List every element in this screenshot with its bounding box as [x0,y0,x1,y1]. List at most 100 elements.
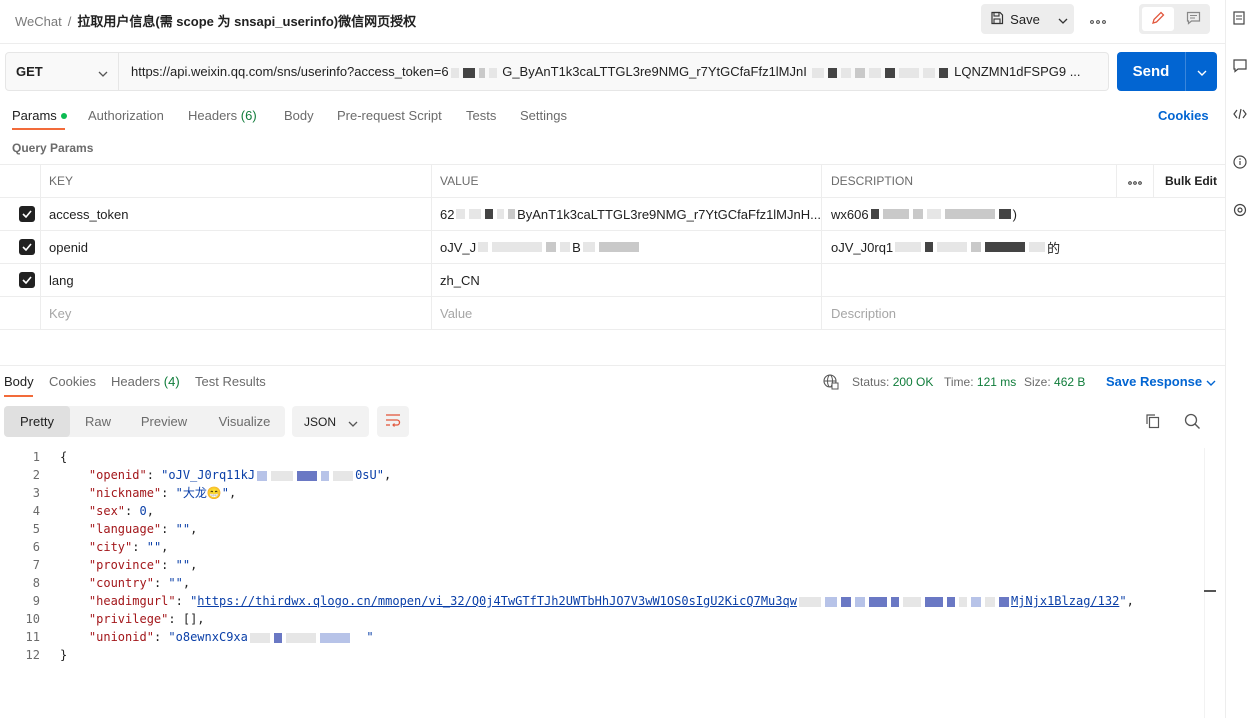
redacted-block [998,209,1011,219]
redacted-block [297,470,318,481]
redacted-block [924,596,943,607]
row-checkbox[interactable] [19,272,35,288]
send-options-button[interactable] [1186,52,1217,91]
http-method-select[interactable]: GET [5,52,119,91]
view-pretty-button[interactable]: Pretty [4,406,70,437]
redacted-block [926,209,941,219]
tab-params[interactable]: Params [12,108,67,123]
wrap-lines-button[interactable] [377,406,409,437]
cookies-link[interactable]: Cookies [1158,108,1209,123]
redacted-block [855,67,866,78]
response-status[interactable]: Status: 200 OK [852,375,933,389]
param-description-end: ) [1012,206,1017,222]
request-title[interactable]: 拉取用户信息(需 scope 为 snsapi_userinfo)微信网页授权 [77,14,416,29]
param-key[interactable]: access_token [40,198,431,230]
search-icon[interactable] [1184,413,1201,433]
view-preview-button[interactable]: Preview [130,406,198,437]
tab-headers[interactable]: Headers (6) [188,108,257,123]
column-options-button[interactable] [1117,165,1153,197]
param-description[interactable] [822,264,1225,296]
scroll-position-marker[interactable] [1204,590,1216,592]
bulk-edit-button[interactable]: Bulk Edit [1156,165,1225,197]
table-row: openid oJV_J B oJV_J0rq1 的 [0,231,1225,264]
response-size[interactable]: Size: 462 B [1024,375,1085,389]
code-scrollbar[interactable] [1204,448,1205,718]
param-value[interactable]: oJV_J B [431,231,821,263]
format-value: JSON [304,414,337,429]
openid-start: "oJV_J0rq11kJ [161,468,256,482]
related-icon[interactable] [1233,202,1249,218]
wrap-icon [385,413,401,430]
panel-divider[interactable] [0,365,1225,366]
response-tab-headers[interactable]: Headers (4) [111,374,180,389]
breadcrumb-workspace[interactable]: WeChat [15,14,62,29]
redacted-block [450,67,459,78]
column-description: DESCRIPTION [831,174,914,188]
headimgurl-link[interactable]: https://thirdwx.qlogo.cn/mmopen/vi_32/Q0… [197,594,797,608]
param-value[interactable]: zh_CN [431,264,821,296]
new-description-input[interactable]: Description [822,297,1225,329]
sex-value: 0 [139,504,147,518]
nickname-value: "大龙😁" [175,486,230,500]
status-value: 200 OK [892,375,934,389]
redacted-block [560,242,571,252]
format-select[interactable]: JSON [292,406,369,437]
new-value-input[interactable]: Value [431,297,821,329]
response-time[interactable]: Time: 121 ms [944,375,1016,389]
row-checkbox[interactable] [19,239,35,255]
send-button[interactable]: Send [1117,52,1185,91]
chevron-down-icon [1058,12,1068,27]
table-header-row: KEY VALUE DESCRIPTION Bulk Edit [0,164,1225,198]
response-tab-cookies[interactable]: Cookies [49,374,96,389]
save-group: Save [981,4,1074,34]
info-icon[interactable] [1233,154,1249,170]
column-divider [1116,164,1117,198]
redacted-block [812,67,825,78]
tab-prerequest-script[interactable]: Pre-request Script [337,108,442,123]
redacted-block [854,596,865,607]
code-icon[interactable] [1233,106,1249,122]
response-tab-test-results[interactable]: Test Results [195,374,266,389]
redacted-block [582,242,595,252]
redacted-block [868,596,887,607]
new-key-input[interactable]: Key [40,297,431,329]
param-key[interactable]: openid [40,231,431,263]
save-options-button[interactable] [1052,4,1074,34]
param-key[interactable]: lang [40,264,431,296]
tab-authorization[interactable]: Authorization [88,108,164,123]
redacted-block [869,67,882,78]
documentation-icon[interactable] [1233,10,1249,26]
redacted-block [257,470,268,481]
response-tab-headers-count: (4) [163,374,180,389]
edit-mode-button[interactable] [1142,7,1174,31]
param-value-start: oJV_J [440,239,477,255]
table-row: lang zh_CN [0,264,1225,297]
comment-panel-icon[interactable] [1233,58,1249,74]
more-actions-button[interactable] [1087,8,1109,30]
url-suffix: LQNZMN1dFSPG9 ... [954,64,1081,79]
redacted-block [497,209,505,219]
save-response-button[interactable]: Save Response [1106,374,1216,389]
save-button[interactable]: Save [981,4,1049,34]
url-middle: G_ByAnT1k3caLTTGL3re9NMG_r7YtGCfaFfz1lMJ… [502,64,807,79]
redacted-block [273,632,282,643]
param-description[interactable]: wx606) [822,198,1225,230]
redacted-block [925,242,934,252]
url-input[interactable]: https://api.weixin.qq.com/sns/userinfo?a… [119,52,1109,91]
response-tab-headers-label: Headers [111,374,161,389]
tab-tests[interactable]: Tests [466,108,496,123]
response-tab-body[interactable]: Body [4,374,34,389]
tab-settings[interactable]: Settings [520,108,567,123]
row-checkbox[interactable] [19,206,35,222]
comments-button[interactable] [1177,7,1209,31]
globe-icon[interactable] [823,374,839,393]
tab-body[interactable]: Body [284,108,314,123]
param-value[interactable]: 62 ByAnT1k3caLTTGL3re9NMG_r7YtGCfaFfz1lMJ… [431,198,821,230]
param-description[interactable]: oJV_J0rq1 的 [822,231,1225,263]
view-visualize-button[interactable]: Visualize [207,406,282,437]
copy-icon[interactable] [1145,413,1161,432]
view-raw-button[interactable]: Raw [74,406,122,437]
redacted-block [885,67,896,78]
headimgurl-link-end[interactable]: MjNjx1Blzag/132 [1011,594,1119,608]
url-prefix: https://api.weixin.qq.com/sns/userinfo?a… [131,64,449,79]
